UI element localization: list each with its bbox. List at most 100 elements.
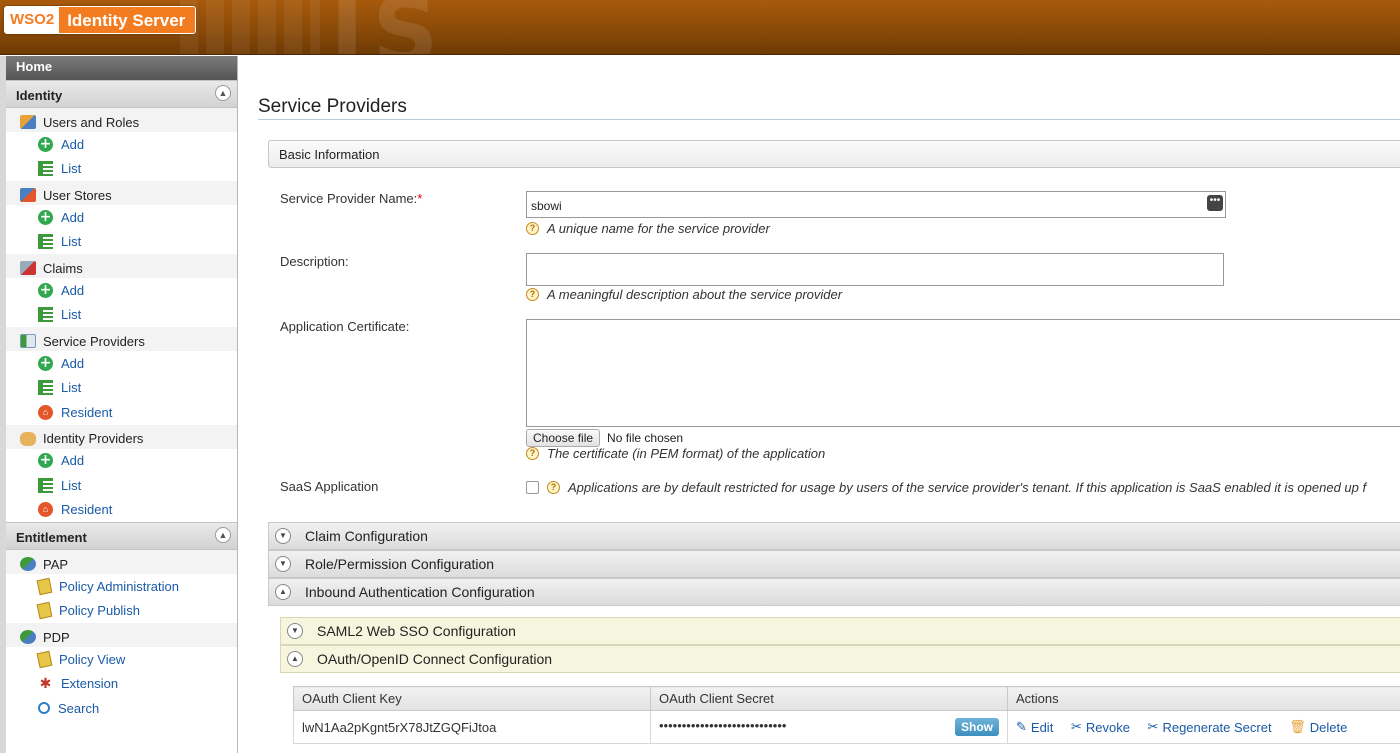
sp-name-value: sbowi (531, 199, 562, 213)
list-icon (38, 161, 53, 177)
sidebar-item-idp-list[interactable]: List (6, 473, 237, 498)
help-icon: ? (526, 447, 539, 460)
group-label: Users and Roles (43, 114, 140, 130)
sidebar-group-claims: Claims (6, 254, 237, 278)
sidebar-group-pap: PAP (6, 550, 237, 574)
hint-text: A unique name for the service provider (547, 221, 770, 236)
sidebar-group-users-and-roles: Users and Roles (6, 108, 237, 132)
sidebar-item-userstores-list[interactable]: List (6, 230, 237, 255)
resident-icon: ⌂ (38, 502, 53, 518)
sidebar-section-entitlement[interactable]: Entitlement ▲ (6, 522, 237, 550)
section-label: SAML2 Web SSO Configuration (317, 623, 516, 639)
list-icon (38, 307, 53, 323)
page-title: Service Providers (258, 96, 407, 117)
add-icon: + (38, 281, 53, 298)
group-label: PDP (43, 629, 70, 645)
sidebar-item-extension[interactable]: ✱ Extension (6, 672, 237, 697)
action-label: Revoke (1085, 719, 1130, 735)
user-store-icon (20, 188, 36, 202)
sidebar-group-pdp: PDP (6, 623, 237, 647)
saas-label: SaaS Application (280, 479, 379, 494)
sidebar-item-policy-view[interactable]: Policy View (6, 647, 237, 672)
add-icon: + (38, 354, 53, 371)
section-title: Entitlement (16, 530, 87, 545)
client-secret-cell: •••••••••••••••••••••••••••• Show (650, 710, 1008, 744)
sp-name-label-text: Service Provider Name: (280, 191, 418, 206)
description-label: Description: (280, 254, 349, 269)
col-client-key: OAuth Client Key (293, 686, 651, 711)
role-permission-section[interactable]: ▼ Role/Permission Configuration (268, 550, 1400, 578)
sidebar-item-users-list[interactable]: List (6, 157, 237, 182)
item-label: List (61, 380, 82, 396)
certificate-textarea[interactable] (526, 319, 1400, 427)
chevron-up-icon: ▲ (287, 651, 303, 667)
basic-information-header: Basic Information (268, 140, 1400, 168)
claims-icon (20, 261, 36, 275)
list-icon (38, 380, 53, 396)
sidebar-section-identity[interactable]: Identity ▲ (6, 80, 237, 108)
regenerate-icon: ✂ (1147, 719, 1159, 734)
more-options-icon[interactable]: ••• (1207, 195, 1223, 211)
help-icon: ? (526, 288, 539, 301)
chevron-down-icon: ▼ (287, 623, 303, 639)
sidebar-item-sp-resident[interactable]: ⌂ Resident (6, 400, 237, 425)
sp-name-hint: ? A unique name for the service provider (526, 221, 770, 236)
oauth-apps-table: OAuth Client Key OAuth Client Secret Act… (293, 686, 1400, 744)
edit-button[interactable]: ✎ Edit (1016, 719, 1053, 735)
inbound-auth-section[interactable]: ▲ Inbound Authentication Configuration (268, 578, 1400, 606)
item-label: List (61, 477, 82, 493)
collapse-icon[interactable]: ▲ (215, 85, 231, 101)
action-label: Regenerate Secret (1162, 719, 1272, 735)
show-secret-button[interactable]: Show (955, 718, 999, 736)
saas-row: ? Applications are by default restricted … (526, 480, 1366, 495)
sp-name-input[interactable]: sbowi ••• (526, 191, 1226, 218)
sidebar-item-userstores-add[interactable]: + Add (6, 205, 237, 230)
sidebar-item-policy-publish[interactable]: Policy Publish (6, 599, 237, 624)
description-hint: ? A meaningful description about the serv… (526, 287, 842, 302)
group-label: Claims (43, 260, 83, 276)
item-label: Add (61, 136, 85, 152)
cert-hint: ? The certificate (in PEM format) of the … (526, 446, 825, 461)
oauth-oidc-section[interactable]: ▲ OAuth/OpenID Connect Configuration (280, 645, 1400, 673)
extension-icon: ✱ (39, 675, 52, 692)
sidebar-item-idp-add[interactable]: + Add (6, 449, 237, 474)
sidebar-item-claims-add[interactable]: + Add (6, 278, 237, 303)
chevron-down-icon: ▼ (275, 528, 291, 544)
pap-icon (20, 557, 36, 571)
claim-configuration-section[interactable]: ▼ Claim Configuration (268, 522, 1400, 550)
sidebar-home-link[interactable]: Home (6, 56, 237, 80)
wso2-logo[interactable]: WSO2 Identity Server (4, 6, 197, 34)
item-label: Add (61, 453, 85, 469)
sidebar-item-search[interactable]: Search (6, 696, 237, 721)
sidebar-item-users-add[interactable]: + Add (6, 132, 237, 157)
saas-checkbox[interactable] (526, 481, 539, 494)
sidebar-item-idp-resident[interactable]: ⌂ Resident (6, 498, 237, 523)
sp-name-label: Service Provider Name:* (280, 191, 422, 206)
description-textarea[interactable] (526, 253, 1224, 286)
sidebar-group-service-providers: Service Providers (6, 327, 237, 351)
table-row: lwN1Aa2pKgnt5rX78JtZGQFiJtoa •••••••••••… (293, 710, 1400, 744)
group-label: Identity Providers (43, 431, 144, 446)
choose-file-button[interactable]: Choose file (526, 429, 601, 447)
sidebar-item-sp-add[interactable]: + Add (6, 351, 237, 376)
item-label: Policy Administration (59, 578, 179, 594)
table-header-row: OAuth Client Key OAuth Client Secret Act… (293, 686, 1400, 711)
collapse-icon[interactable]: ▲ (215, 527, 231, 543)
regenerate-secret-button[interactable]: ✂ Regenerate Secret (1148, 719, 1272, 735)
edit-icon: ✎ (1016, 719, 1027, 734)
section-title: Identity (16, 88, 63, 103)
item-label: Extension (61, 676, 119, 692)
title-divider (258, 119, 1400, 120)
group-label: User Stores (43, 187, 112, 203)
sidebar-item-sp-list[interactable]: List (6, 376, 237, 401)
add-icon: + (38, 208, 53, 225)
sidebar-group-identity-providers: Identity Providers (6, 424, 237, 449)
sidebar-item-claims-list[interactable]: List (6, 303, 237, 328)
sidebar-item-policy-administration[interactable]: Policy Administration (6, 574, 237, 599)
item-label: Policy View (59, 651, 126, 667)
delete-button[interactable]: 🗑 Delete (1289, 719, 1347, 735)
saml2-section[interactable]: ▼ SAML2 Web SSO Configuration (280, 617, 1400, 645)
hint-text: A meaningful description about the servi… (547, 287, 843, 302)
revoke-button[interactable]: ✂ Revoke (1071, 719, 1130, 735)
no-file-text: No file chosen (607, 431, 684, 445)
